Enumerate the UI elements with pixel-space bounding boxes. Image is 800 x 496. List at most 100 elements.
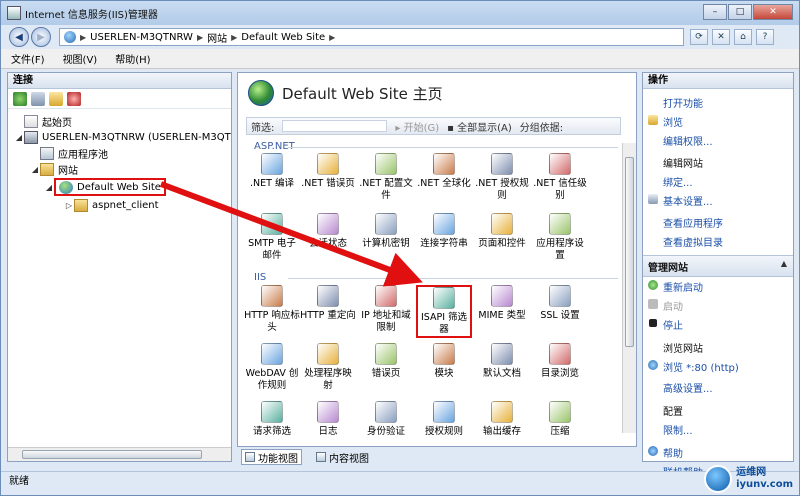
tree-item-aspnet-client[interactable]: ▷ aspnet_client (8, 197, 231, 213)
feature-item[interactable]: .NET 编译 (244, 153, 300, 190)
tree-item-server[interactable]: ◢ USERLEN-M3QTNRW (USERLEN-M3QT (8, 129, 231, 145)
feature-item[interactable]: SSL 设置 (532, 285, 588, 322)
feature-item[interactable]: .NET 全球化 (416, 153, 472, 190)
feature-label: .NET 配置文件 (359, 178, 413, 201)
feature-item[interactable]: 日志 (300, 401, 356, 438)
section-label: 管理网站 (648, 263, 688, 274)
tree-expander[interactable]: ◢ (44, 183, 54, 192)
feature-item[interactable]: 默认文档 (474, 343, 530, 380)
feature-item[interactable]: 请求筛选 (244, 401, 300, 438)
tree-item-default-web-site[interactable]: ◢ Default Web Site (8, 177, 231, 197)
tree-expander[interactable]: ◢ (14, 133, 24, 142)
feature-item[interactable]: 压缩 (532, 401, 588, 438)
maximize-button[interactable]: □ (728, 4, 752, 20)
action-restart[interactable]: 重新启动 (643, 277, 793, 296)
feature-item[interactable]: 输出缓存 (474, 401, 530, 438)
feature-item[interactable]: IP 地址和域限制 (358, 285, 414, 334)
stop-icon[interactable]: ✕ (712, 29, 730, 45)
filter-input[interactable] (282, 120, 388, 132)
feature-item[interactable]: MIME 类型 (474, 285, 530, 322)
feature-label: ISAPI 筛选器 (420, 312, 468, 335)
action-stop[interactable]: 停止 (643, 315, 793, 334)
start-filter-button[interactable]: ▸ 开始(G) (395, 119, 439, 134)
selected-site-highlight[interactable]: Default Web Site (54, 178, 166, 196)
action-explore[interactable]: 浏览 (643, 112, 793, 131)
tree-item-label: 起始页 (42, 117, 72, 129)
feature-item[interactable]: 授权规则 (416, 401, 472, 438)
feature-item[interactable]: 模块 (416, 343, 472, 380)
feature-item[interactable]: 错误页 (358, 343, 414, 380)
menu-help[interactable]: 帮助(H) (115, 51, 150, 66)
group-iis[interactable]: IIS (254, 272, 266, 283)
breadcrumb-server[interactable]: USERLEN-M3QTNRW (90, 32, 193, 43)
title-bar[interactable]: Internet 信息服务(IIS)管理器 – □ ✕ (1, 1, 799, 25)
tree-item-start-page[interactable]: 起始页 (8, 113, 231, 129)
scrollbar-thumb[interactable] (22, 450, 202, 459)
action-view-applications[interactable]: 查看应用程序 (643, 213, 793, 232)
help-icon[interactable]: ? (756, 29, 774, 45)
menu-file[interactable]: 文件(F) (11, 51, 45, 66)
edit-site-title: 编辑网站 (663, 159, 703, 170)
menu-view[interactable]: 视图(V) (63, 51, 98, 66)
close-button[interactable]: ✕ (753, 4, 793, 20)
action-help[interactable]: 帮助 (643, 443, 793, 462)
feature-item[interactable]: HTTP 响应标头 (244, 285, 300, 334)
manage-site-header[interactable]: 管理网站 ▲ (643, 255, 793, 277)
feature-item[interactable]: .NET 错误页 (300, 153, 356, 190)
breadcrumb-separator: ▶ (329, 32, 336, 42)
connect-icon[interactable] (13, 91, 27, 106)
tree-item-sites[interactable]: ◢ 网站 (8, 161, 231, 177)
scrollbar-thumb[interactable] (625, 157, 634, 347)
restart-icon (648, 280, 658, 290)
home-icon[interactable]: ⌂ (734, 29, 752, 45)
feature-item[interactable]: .NET 配置文件 (358, 153, 414, 202)
disconnect-icon[interactable] (67, 91, 81, 106)
center-header: Default Web Site 主页 (238, 73, 636, 113)
action-start[interactable]: 启动 (643, 296, 793, 315)
watermark-url: iyunv.com (736, 479, 793, 490)
feature-item[interactable]: 会话状态 (300, 213, 356, 250)
tree-item-app-pools[interactable]: 应用程序池 (8, 145, 231, 161)
feature-item[interactable]: .NET 信任级别 (532, 153, 588, 202)
feature-isapi-filters[interactable]: ISAPI 筛选器 (416, 285, 472, 338)
action-limits[interactable]: 限制... (643, 420, 793, 439)
tree-expander[interactable]: ▷ (64, 201, 74, 210)
action-browse-http[interactable]: 浏览 *:80 (http) (643, 357, 793, 376)
action-basic-settings[interactable]: 基本设置... (643, 191, 793, 210)
breadcrumb[interactable]: ▶ USERLEN-M3QTNRW ▶ 网站 ▶ Default Web Sit… (59, 28, 684, 46)
breadcrumb-sites[interactable]: 网站 (207, 30, 227, 45)
feature-item[interactable]: 连接字符串 (416, 213, 472, 250)
action-edit-permissions[interactable]: 编辑权限... (643, 131, 793, 150)
action-advanced-settings[interactable]: 高级设置... (643, 378, 793, 397)
tab-features-view[interactable]: 功能视图 (241, 449, 302, 465)
up-folder-icon[interactable] (49, 91, 63, 106)
action-view-virtual-directories[interactable]: 查看虚拟目录 (643, 232, 793, 251)
forward-button[interactable]: ▶ (31, 27, 51, 47)
feature-item[interactable]: WebDAV 创作规则 (244, 343, 300, 392)
refresh-icon[interactable]: ⟳ (690, 29, 708, 45)
save-icon[interactable] (31, 91, 45, 106)
action-open-feature[interactable]: 打开功能 (643, 93, 793, 112)
feature-item[interactable]: .NET 授权规则 (474, 153, 530, 202)
feature-icon (433, 343, 455, 365)
minimize-button[interactable]: – (703, 4, 727, 20)
feature-item[interactable]: 页面和控件 (474, 213, 530, 250)
tab-content-view[interactable]: 内容视图 (312, 449, 373, 465)
features-vertical-scrollbar[interactable] (622, 143, 636, 433)
tree-expander[interactable]: ◢ (30, 165, 40, 174)
action-bindings[interactable]: 绑定... (643, 172, 793, 191)
breadcrumb-site[interactable]: Default Web Site (241, 32, 325, 43)
show-all-button[interactable]: ▪ 全部显示(A) (447, 119, 512, 134)
back-button[interactable]: ◀ (9, 27, 29, 47)
collapse-icon[interactable]: ▲ (781, 259, 787, 268)
action-label: 打开功能 (663, 99, 703, 110)
feature-item[interactable]: HTTP 重定向 (300, 285, 356, 322)
feature-item[interactable]: 目录浏览 (532, 343, 588, 380)
feature-item[interactable]: 计算机密钥 (358, 213, 414, 250)
feature-item[interactable]: 身份验证 (358, 401, 414, 438)
group-by-label[interactable]: 分组依据: (520, 119, 563, 134)
feature-item[interactable]: 应用程序设置 (532, 213, 588, 262)
feature-item[interactable]: SMTP 电子邮件 (244, 213, 300, 262)
feature-item[interactable]: 处理程序映射 (300, 343, 356, 392)
connections-horizontal-scrollbar[interactable] (8, 447, 231, 461)
